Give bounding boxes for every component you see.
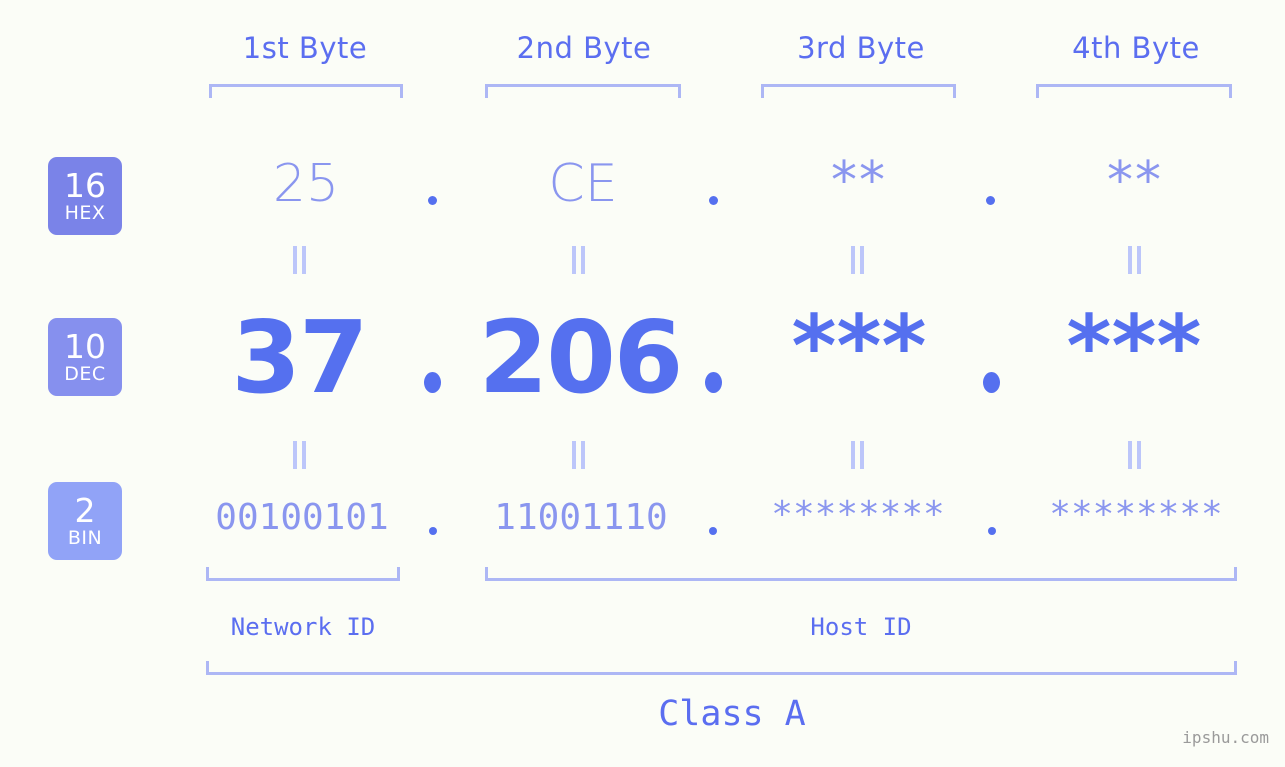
dec-separator-dot-2 [705,372,722,393]
class-bracket [206,661,1237,675]
host-id-bracket [485,567,1237,581]
equals-dec-bin-3 [851,441,865,469]
class-label: Class A [658,694,806,734]
bin-byte-1: 00100101 [215,497,389,538]
bin-byte-3: ******** [771,494,945,535]
bin-separator-dot-3 [988,527,996,535]
base-badge-dec-abbr: DEC [64,363,106,385]
hex-byte-4: ** [1107,151,1163,211]
dec-separator-dot-3 [983,372,1000,393]
base-badge-hex: 16 HEX [48,157,122,235]
hex-separator-dot-3 [986,196,995,205]
hex-byte-2: CE [548,154,618,214]
byte-bracket-3 [761,84,956,98]
base-badge-hex-abbr: HEX [64,202,106,224]
dec-byte-4: *** [1066,297,1202,397]
ip-address-breakdown-diagram: 1st Byte 2nd Byte 3rd Byte 4th Byte 16 H… [0,0,1285,767]
byte-bracket-2 [485,84,681,98]
watermark: ipshu.com [1182,728,1269,747]
equals-hex-dec-1 [293,246,307,274]
byte-header-2: 2nd Byte [516,31,652,65]
equals-hex-dec-3 [851,246,865,274]
hex-byte-3: ** [831,151,887,211]
dec-byte-2: 206 [478,299,684,416]
base-badge-dec-number: 10 [64,327,106,366]
equals-dec-bin-4 [1128,441,1142,469]
hex-byte-1: 25 [272,154,340,214]
network-id-label: Network ID [230,613,376,641]
byte-header-4: 4th Byte [1072,31,1200,65]
base-badge-bin-abbr: BIN [67,527,103,549]
base-badge-dec: 10 DEC [48,318,122,396]
bin-separator-dot-2 [709,527,717,535]
dec-byte-1: 37 [231,299,368,416]
byte-bracket-1 [209,84,403,98]
hex-separator-dot-2 [709,196,718,205]
byte-header-3: 3rd Byte [797,31,925,65]
hex-separator-dot-1 [428,196,437,205]
dec-byte-3: *** [791,297,927,397]
bin-separator-dot-1 [429,527,437,535]
equals-hex-dec-2 [572,246,586,274]
base-badge-hex-number: 16 [64,166,106,205]
byte-header-1: 1st Byte [242,31,368,65]
base-badge-bin: 2 BIN [48,482,122,560]
equals-hex-dec-4 [1128,246,1142,274]
dec-separator-dot-1 [424,372,441,393]
byte-bracket-4 [1036,84,1232,98]
equals-dec-bin-2 [572,441,586,469]
equals-dec-bin-1 [293,441,307,469]
base-badge-bin-number: 2 [74,491,96,530]
host-id-label: Host ID [810,613,912,641]
network-id-bracket [206,567,400,581]
bin-byte-4: ******** [1049,494,1223,535]
bin-byte-2: 11001110 [494,497,668,538]
